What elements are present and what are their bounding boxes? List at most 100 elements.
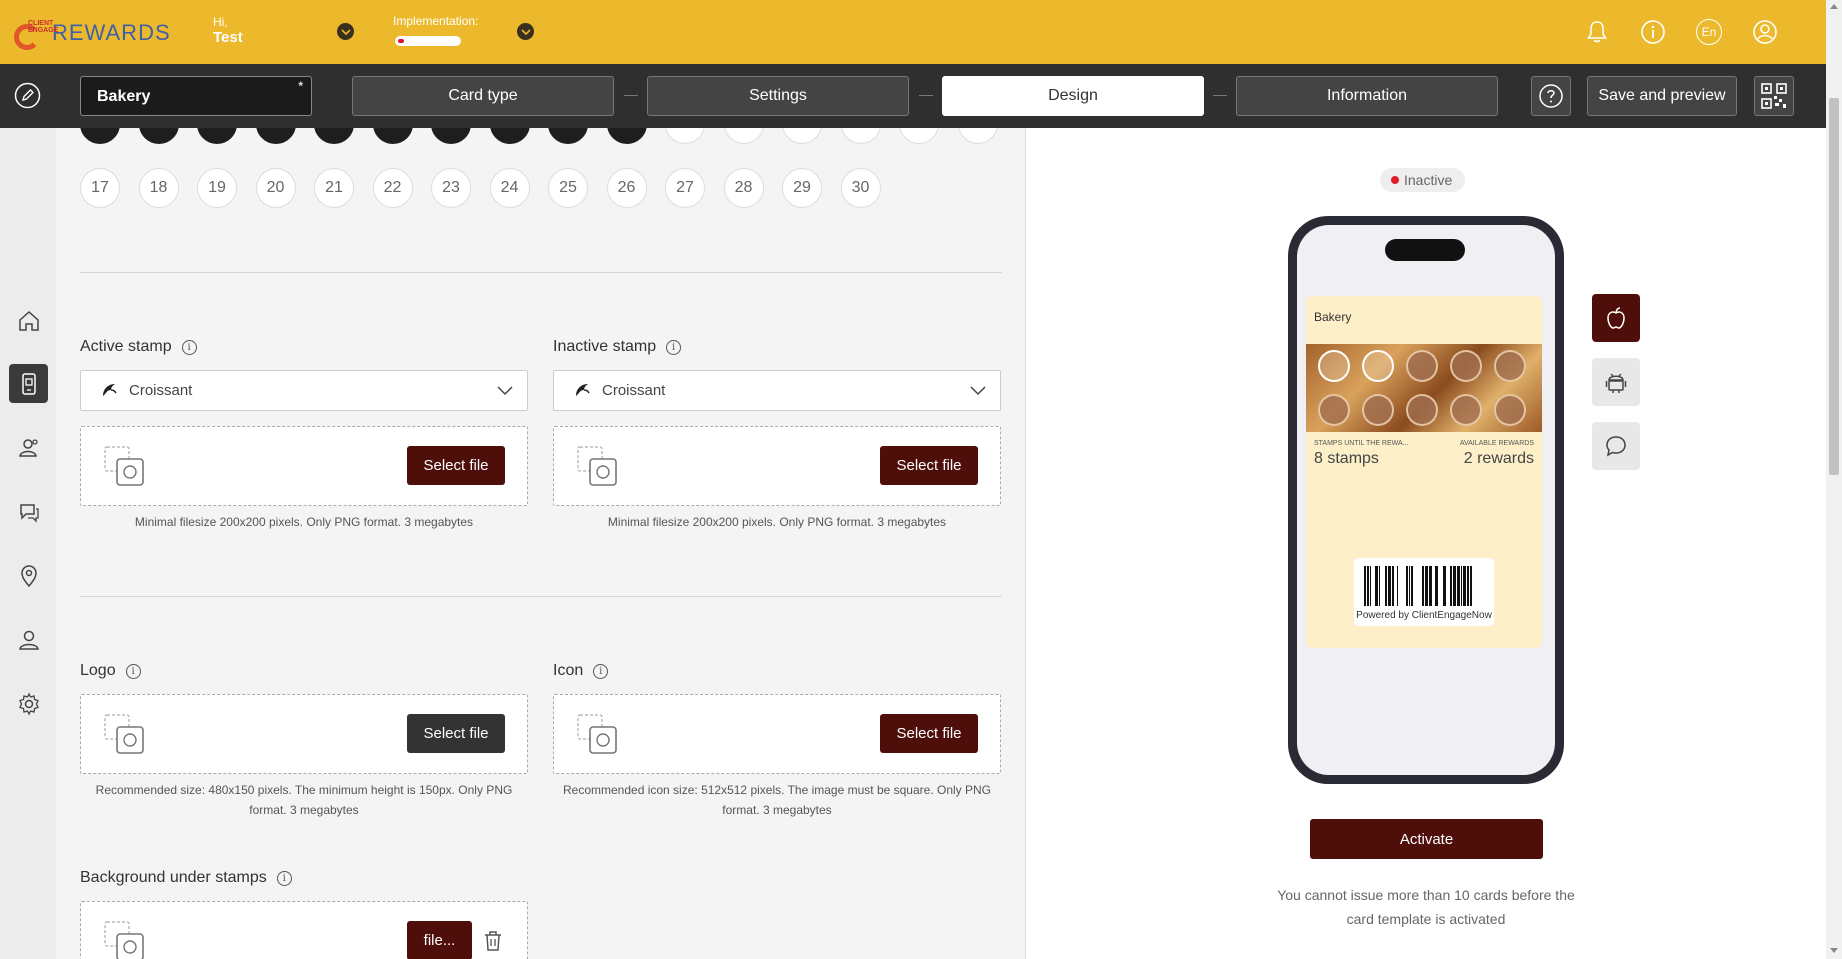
sidebar-item-home[interactable] bbox=[9, 301, 48, 340]
stamp-count-option[interactable]: 18 bbox=[138, 168, 179, 208]
preview-message-button[interactable] bbox=[1592, 422, 1640, 470]
croissant-icon bbox=[103, 383, 117, 396]
bell-icon[interactable] bbox=[1584, 19, 1610, 45]
sidebar bbox=[0, 128, 56, 959]
help-button[interactable] bbox=[1531, 76, 1571, 116]
image-upload-icon bbox=[577, 446, 617, 486]
info-icon[interactable]: i bbox=[666, 339, 682, 355]
image-upload-icon bbox=[104, 714, 144, 754]
sidebar-item-users[interactable] bbox=[9, 620, 48, 659]
qr-code-button[interactable] bbox=[1754, 76, 1794, 116]
stamp-count-option[interactable]: 14 bbox=[840, 128, 881, 144]
stamp-count-option[interactable]: 11 bbox=[665, 128, 705, 144]
preview-apple-button[interactable] bbox=[1592, 294, 1640, 342]
stamp-count-option[interactable]: 30 bbox=[840, 168, 881, 208]
help-icon bbox=[1539, 84, 1563, 108]
profile-icon[interactable] bbox=[1752, 19, 1778, 45]
stamp-count-option[interactable]: 16 bbox=[957, 128, 998, 144]
preview-android-button[interactable] bbox=[1592, 358, 1640, 406]
language-switch[interactable]: En bbox=[1696, 19, 1722, 45]
stamp-count-option[interactable]: 8 bbox=[489, 128, 530, 144]
stamp-count-option[interactable]: 29 bbox=[782, 168, 822, 208]
card-phone-icon bbox=[21, 372, 36, 395]
active-stamp-select[interactable]: Croissant bbox=[80, 370, 528, 411]
scroll-up-arrow-icon[interactable] bbox=[1830, 4, 1838, 9]
step-design[interactable]: Design bbox=[942, 76, 1204, 116]
active-stamp-dropzone[interactable]: Select file bbox=[80, 426, 528, 506]
info-icon[interactable]: i bbox=[593, 663, 609, 679]
stamp-count-option[interactable]: 5 bbox=[314, 128, 354, 144]
stamp-count-option[interactable]: 19 bbox=[197, 168, 237, 208]
sidebar-item-clients[interactable] bbox=[9, 428, 48, 467]
user-icon bbox=[18, 630, 39, 650]
stamp-count-option[interactable]: 24 bbox=[489, 168, 530, 208]
stamp-count-option[interactable]: 17 bbox=[80, 168, 120, 208]
status-text: Inactive bbox=[1404, 172, 1453, 188]
sidebar-item-messages[interactable] bbox=[9, 492, 48, 531]
stamp-count-option[interactable]: 20 bbox=[255, 168, 296, 208]
stamp-count-option[interactable]: 22 bbox=[372, 168, 413, 208]
stamp-count-option[interactable]: 1 bbox=[80, 128, 120, 144]
stamp-count-option[interactable]: 13 bbox=[782, 128, 822, 144]
edit-icon[interactable] bbox=[14, 82, 41, 109]
stamps-until-reward-label: STAMPS UNTIL THE REWA... bbox=[1314, 440, 1409, 447]
user-name: Test bbox=[213, 29, 243, 46]
android-icon bbox=[1605, 373, 1627, 393]
info-icon[interactable]: i bbox=[181, 339, 197, 355]
logo-dropzone[interactable]: Select file bbox=[80, 694, 528, 774]
stamp-count-option[interactable]: 23 bbox=[431, 168, 471, 208]
icon-select-file-button[interactable]: Select file bbox=[880, 714, 978, 753]
step-information[interactable]: Information bbox=[1236, 76, 1498, 116]
message-bubble-icon bbox=[1606, 436, 1626, 457]
powered-by-text: Powered by ClientEngageNow bbox=[1356, 610, 1492, 621]
stamp-count-option[interactable]: 21 bbox=[314, 168, 354, 208]
sidebar-item-settings[interactable] bbox=[9, 684, 48, 723]
stamp-count-option[interactable]: 10 bbox=[606, 128, 647, 144]
background-select-file-button[interactable]: file... bbox=[407, 921, 472, 959]
stamp-count-option[interactable]: 28 bbox=[723, 168, 764, 208]
app-logo[interactable]: CLIENT ENGAGE REWARDS bbox=[14, 18, 171, 50]
sidebar-item-cards[interactable] bbox=[9, 364, 48, 403]
stamp-count-option[interactable]: 12 bbox=[723, 128, 764, 144]
chevron-down-icon bbox=[497, 386, 513, 396]
save-and-preview-button[interactable]: Save and preview bbox=[1587, 76, 1737, 116]
stamp-count-option[interactable]: 15 bbox=[899, 128, 939, 144]
stamp-count-option[interactable]: 26 bbox=[606, 168, 647, 208]
icon-label: Icon i bbox=[553, 662, 609, 680]
icon-dropzone[interactable]: Select file bbox=[553, 694, 1001, 774]
info-icon[interactable]: i bbox=[125, 663, 141, 679]
inactive-stamp-mark bbox=[1406, 394, 1438, 426]
activate-button[interactable]: Activate bbox=[1310, 819, 1543, 859]
implementation-progress-fill bbox=[398, 39, 404, 43]
page-scrollbar[interactable] bbox=[1826, 0, 1842, 959]
inactive-stamp-select-file-button[interactable]: Select file bbox=[880, 446, 978, 485]
stamp-count-option[interactable]: 6 bbox=[372, 128, 413, 144]
active-stamp-select-file-button[interactable]: Select file bbox=[407, 446, 505, 485]
stamp-count-option[interactable]: 3 bbox=[197, 128, 237, 144]
info-icon[interactable] bbox=[1640, 19, 1666, 45]
design-form: Active stamp i Croissant Select file Min… bbox=[56, 128, 1026, 959]
logo-select-file-button[interactable]: Select file bbox=[407, 714, 505, 753]
step-card-type[interactable]: Card type bbox=[352, 76, 614, 116]
stamp-count-option[interactable]: 4 bbox=[255, 128, 296, 144]
logo-label-text: Logo bbox=[80, 662, 116, 679]
apple-icon bbox=[1607, 307, 1625, 329]
scroll-down-arrow-icon[interactable] bbox=[1830, 948, 1838, 953]
status-badge: Inactive bbox=[1380, 168, 1466, 192]
inactive-stamp-dropzone[interactable]: Select file bbox=[553, 426, 1001, 506]
background-dropzone[interactable]: file... bbox=[80, 901, 528, 959]
stamp-count-option[interactable]: 27 bbox=[665, 168, 705, 208]
scrollbar-thumb[interactable] bbox=[1829, 98, 1839, 475]
trash-icon[interactable] bbox=[483, 930, 503, 952]
stamp-count-option[interactable]: 2 bbox=[138, 128, 179, 144]
card-name-field[interactable]: Bakery * bbox=[80, 76, 312, 116]
stamp-count-option[interactable]: 7 bbox=[431, 128, 471, 144]
step-settings[interactable]: Settings bbox=[647, 76, 909, 116]
implementation-chevron-icon[interactable] bbox=[517, 23, 534, 40]
stamp-count-option[interactable]: 25 bbox=[548, 168, 588, 208]
user-menu-chevron-icon[interactable] bbox=[337, 23, 354, 40]
sidebar-item-locations[interactable] bbox=[9, 556, 48, 595]
stamp-count-option[interactable]: 9 bbox=[548, 128, 588, 144]
info-icon[interactable]: i bbox=[276, 870, 292, 886]
inactive-stamp-select[interactable]: Croissant bbox=[553, 370, 1001, 411]
